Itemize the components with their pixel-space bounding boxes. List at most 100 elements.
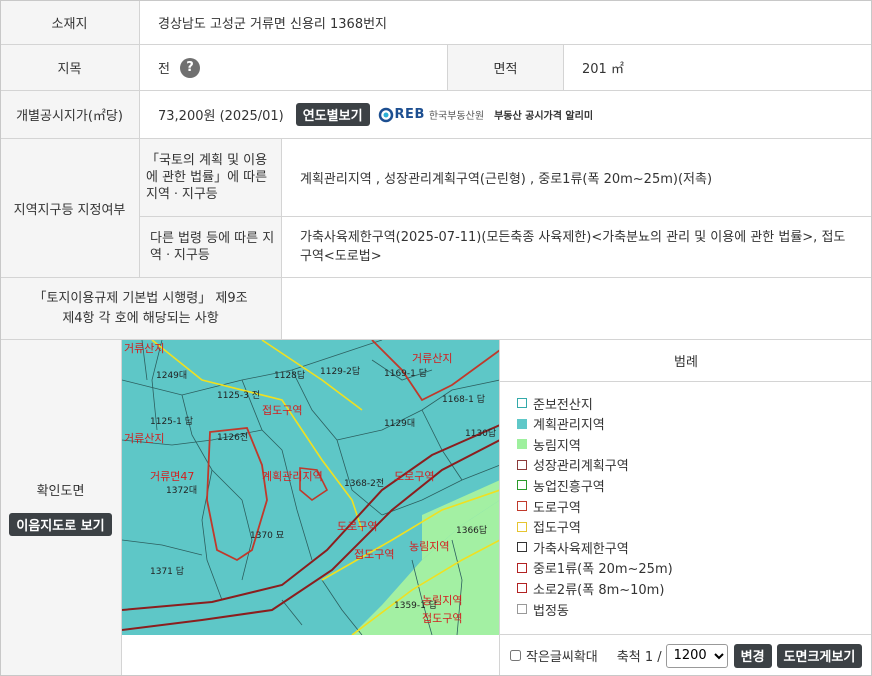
legend-swatch	[517, 583, 527, 594]
legend-item: 접도구역	[517, 518, 581, 536]
question-mark-icon[interactable]: ?	[179, 57, 200, 78]
legend-swatch	[517, 604, 527, 614]
legend-swatch	[517, 459, 527, 470]
legend-label: 도로구역	[533, 500, 581, 516]
land-category-value-cell: 전 ?	[140, 45, 448, 91]
map-parcel-label: 1129-2답	[320, 367, 361, 377]
legend-label: 접도구역	[533, 521, 581, 537]
zone-national-label: 「국토의 계획 및 이용에 관한 법률」에 따른 지역ㆍ지구등	[146, 153, 268, 202]
legend-item: 도로구역	[517, 497, 581, 516]
scale-select[interactable]: 1200	[665, 643, 728, 668]
map-parcel-label: 1125-1 답	[150, 417, 194, 427]
legend-swatch	[517, 398, 527, 408]
legend-label: 농업진흥구역	[533, 479, 605, 495]
area-label: 면적	[493, 62, 518, 77]
map-red-label: 도로구역	[394, 470, 435, 483]
map-controls: 작은글씨확대 축척 1 / 1200 변경 도면크게보기	[500, 635, 872, 676]
legend-item: 농업진흥구역	[517, 476, 605, 495]
legend-label: 농림지역	[533, 438, 581, 454]
map-red-label: 거류산지	[412, 352, 453, 365]
area-label-cell: 면적	[448, 45, 564, 91]
legend-swatch	[517, 418, 527, 429]
enlarge-map-button[interactable]: 도면크게보기	[776, 643, 863, 668]
map-parcel-label: 1366답	[456, 526, 488, 536]
legend-item: 소로2류(폭 8m~10m)	[517, 579, 665, 598]
map-parcel-label: 1130답	[465, 429, 497, 439]
small-text-label[interactable]: 작은글씨확대	[526, 646, 598, 665]
zone-other-label: 다른 법령 등에 따른 지역ㆍ지구등	[150, 231, 275, 263]
legend-label: 계획관리지역	[533, 418, 605, 434]
reb-logo-text: 한국부동산원	[428, 111, 485, 122]
map-parcel-label: 1368-2전	[344, 479, 385, 489]
map-parcel-label: 1169-1 답	[384, 369, 428, 379]
land-category-label: 지목	[57, 62, 82, 77]
legend-swatch	[517, 501, 527, 511]
zone-other-label-cell: 다른 법령 등에 따른 지역ㆍ지구등	[140, 217, 282, 278]
price-label-cell: 개별공시지가(㎡당)	[0, 91, 140, 139]
legend-item: 농림지역	[517, 435, 581, 454]
regulation-label: 「토지이용규제 기본법 시행령」 제9조 제4항 각 호에 해당되는 사항	[33, 290, 248, 326]
legend-item: 계획관리지역	[517, 415, 605, 433]
legend-label: 준보전산지	[533, 397, 593, 413]
legend-swatch	[517, 439, 527, 450]
map-parcel-label: 1128답	[274, 371, 306, 381]
legend-swatch	[517, 480, 527, 491]
map-parcel-label: 1372대	[166, 486, 198, 496]
reb-service-text: 부동산 공시가격 알리미	[494, 111, 594, 122]
zone-national-label-cell: 「국토의 계획 및 이용에 관한 법률」에 따른 지역ㆍ지구등	[140, 139, 282, 217]
map-red-label: 농림지역	[409, 540, 450, 553]
map-parcel-label: 1370 묘	[250, 531, 285, 541]
location-value: 경상남도 고성군 거류면 신용리 1368번지	[158, 16, 388, 32]
map-parcel-label: 1125-3 전	[217, 391, 261, 401]
legend-swatch	[517, 562, 527, 573]
legend-swatch	[517, 521, 527, 532]
map-red-label: 거류산지	[124, 432, 165, 445]
legend-label: 중로1류(폭 20m~25m)	[533, 562, 673, 578]
small-text-checkbox[interactable]	[510, 650, 521, 661]
price-label: 개별공시지가(㎡당)	[16, 109, 123, 124]
map-parcel-label: 1168-1 답	[442, 395, 486, 405]
legend-label: 가축사육제한구역	[533, 541, 629, 557]
map-footer-blank	[122, 635, 500, 676]
map-red-label: 접도구역	[422, 612, 463, 625]
location-label-cell: 소재지	[0, 0, 140, 45]
zone-other-value: 가축사육제한구역(2025-07-11)(모든축종 사육제한)<가축분뇨의 관리…	[300, 230, 846, 264]
legend-title: 범례	[500, 340, 872, 382]
legend-item: 법정동	[517, 600, 569, 619]
map-parcel-label: 1126전	[217, 433, 249, 443]
legend-label: 소로2류(폭 8m~10m)	[533, 582, 665, 598]
zone-label-cell: 지역지구등 지정여부	[0, 139, 140, 278]
map-label-cell: 확인도면 이음지도로 보기	[0, 340, 122, 676]
reb-logo-mark: REB	[394, 107, 425, 122]
regulation-label-cell: 「토지이용규제 기본법 시행령」 제9조 제4항 각 호에 해당되는 사항	[0, 278, 282, 340]
price-value: 73,200원 (2025/01)	[158, 109, 284, 124]
map-red-label: 접도구역	[262, 404, 303, 417]
land-use-map[interactable]: 거류산지 거류산지 거류산지 접도구역 거류면47 계획관리지역 도로구역 도로…	[122, 340, 500, 635]
legend-item: 중로1류(폭 20m~25m)	[517, 559, 673, 577]
scale-label: 축척 1 /	[616, 650, 662, 665]
map-parcel-label: 1359-1 답	[394, 601, 438, 611]
zone-national-value: 계획관리지역 , 성장관리계획구역(근린형) , 중로1류(폭 20m~25m)…	[300, 172, 713, 187]
change-scale-button[interactable]: 변경	[733, 643, 772, 668]
map-red-label: 거류산지	[124, 342, 165, 355]
yearly-view-button[interactable]: 연도별보기	[295, 103, 370, 126]
legend-item: 성장관리계획구역	[517, 456, 629, 474]
map-red-label: 접도구역	[354, 548, 395, 561]
map-red-label: 거류면47	[150, 470, 195, 483]
area-value-cell: 201 ㎡	[564, 45, 872, 91]
zone-national-value-cell: 계획관리지역 , 성장관리계획구역(근린형) , 중로1류(폭 20m~25m)…	[282, 139, 872, 217]
price-value-cell: 73,200원 (2025/01) 연도별보기 REB 한국부동산원 부동산 공…	[140, 91, 872, 139]
legend-label: 성장관리계획구역	[533, 459, 629, 475]
legend-item: 가축사육제한구역	[517, 538, 629, 557]
map-section-label: 확인도면	[36, 483, 85, 499]
zone-label: 지역지구등 지정여부	[13, 202, 126, 218]
location-value-cell: 경상남도 고성군 거류면 신용리 1368번지	[140, 0, 872, 45]
adjacent-map-button[interactable]: 이음지도로 보기	[9, 512, 112, 536]
reb-logo[interactable]: REB 한국부동산원 부동산 공시가격 알리미	[378, 107, 593, 123]
regulation-value-cell	[282, 278, 872, 340]
legend-swatch	[517, 542, 527, 553]
legend-item: 준보전산지	[517, 394, 593, 413]
zone-other-value-cell: 가축사육제한구역(2025-07-11)(모든축종 사육제한)<가축분뇨의 관리…	[282, 217, 872, 278]
map-parcel-label: 1371 답	[150, 567, 185, 577]
legend-label: 법정동	[533, 603, 569, 619]
